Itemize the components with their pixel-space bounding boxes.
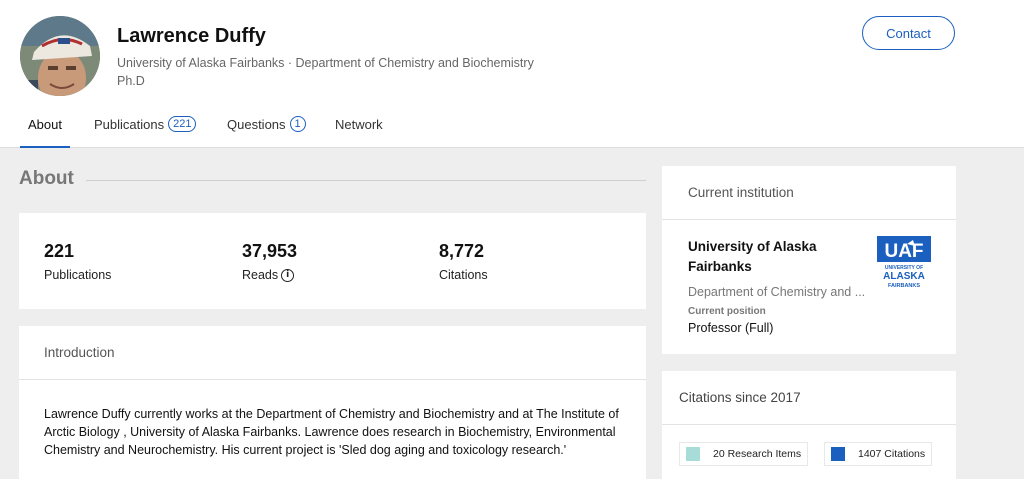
stat-citations[interactable]: 8,772 Citations (439, 241, 488, 282)
introduction-heading: Introduction (44, 345, 115, 360)
contact-button[interactable]: Contact (862, 16, 955, 50)
stat-reads[interactable]: 37,953 Reads i (242, 241, 297, 282)
stats-card: 221 Publications 37,953 Reads i 8,772 Ci… (19, 213, 646, 309)
legend-citations-label: 1407 Citations (858, 448, 926, 460)
introduction-divider (19, 379, 646, 380)
citations-card: Citations since 2017 20 Research Items 1… (662, 371, 956, 479)
section-divider (86, 180, 646, 181)
stat-citations-label-text: Citations (439, 268, 488, 282)
logo-line-2: ALASKA (883, 271, 925, 282)
introduction-text: Lawrence Duffy currently works at the De… (44, 407, 619, 457)
info-icon[interactable]: i (281, 268, 295, 282)
stat-publications-label-text: Publications (44, 268, 112, 282)
stat-publications-label: Publications (44, 268, 111, 282)
tab-questions[interactable]: Questions 1 (227, 100, 306, 148)
legend-research-items[interactable]: 20 Research Items (679, 442, 809, 466)
tab-publications-label: Publications (94, 116, 165, 132)
stat-reads-value: 37,953 (242, 241, 298, 261)
tab-questions-label: Questions (227, 116, 286, 132)
institution-heading: Current institution (688, 185, 794, 200)
citations-heading: Citations since 2017 (679, 390, 801, 405)
avatar-photo (20, 16, 100, 96)
legend-citations[interactable]: 1407 Citations (824, 442, 933, 466)
stat-citations-value: 8,772 (439, 241, 485, 261)
institution-department[interactable]: Department of Chemistry and ... (688, 285, 864, 299)
position-label: Current position (688, 306, 766, 317)
profile-header: Lawrence Duffy University of Alaska Fair… (0, 0, 1024, 148)
citations-divider (662, 424, 956, 425)
section-title-about: About (19, 168, 74, 189)
profile-degree: Ph.D (117, 74, 145, 88)
profile-name: Lawrence Duffy (117, 25, 266, 47)
tab-network-label: Network (335, 116, 383, 132)
stat-publications[interactable]: 221 Publications (44, 241, 111, 282)
introduction-card: Introduction Lawrence Duffy currently wo… (19, 326, 646, 479)
tab-network[interactable]: Network (335, 100, 383, 148)
institution-name[interactable]: University of Alaska Fairbanks (688, 237, 858, 277)
position-value: Professor (Full) (688, 321, 774, 335)
legend-swatch-citations (831, 447, 845, 461)
legend-research-items-label: 20 Research Items (713, 448, 802, 460)
tab-publications[interactable]: Publications 221 (94, 100, 197, 148)
tab-about-label: About (28, 116, 62, 132)
logo-line-3: FAIRBANKS (888, 283, 920, 289)
publications-count-badge: 221 (168, 116, 197, 132)
stat-reads-label-text: Reads (242, 268, 279, 282)
legend-swatch-research-items (686, 447, 700, 461)
stat-reads-label: Reads i (242, 268, 297, 282)
tab-about[interactable]: About (20, 100, 70, 148)
uaf-logo[interactable]: UAF UNIVERSITY OF ALASKA FAIRBANKS (877, 236, 931, 290)
profile-affiliation[interactable]: University of Alaska Fairbanks · Departm… (117, 56, 534, 70)
stat-citations-label: Citations (439, 268, 488, 282)
questions-count-badge: 1 (289, 116, 306, 132)
logo-wordmark: UAF (884, 241, 923, 262)
institution-card: Current institution University of Alaska… (662, 166, 956, 354)
institution-divider (662, 219, 956, 220)
stat-publications-value: 221 (44, 241, 75, 261)
avatar[interactable] (20, 16, 100, 96)
